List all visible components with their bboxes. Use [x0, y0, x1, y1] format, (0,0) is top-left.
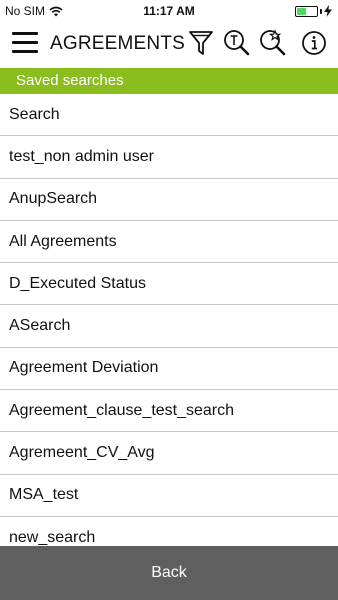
info-icon[interactable]: [299, 28, 329, 58]
saved-searches-section-header: Saved searches: [0, 68, 338, 94]
menu-button[interactable]: [12, 32, 38, 54]
list-item[interactable]: Agremeent_CV_Avg: [0, 432, 338, 475]
menu-icon-bar: [12, 41, 38, 44]
menu-icon-bar: [12, 50, 38, 53]
battery-tip: [320, 8, 322, 14]
back-button[interactable]: Back: [0, 546, 338, 600]
header: AGREEMENTS: [0, 22, 338, 66]
section-label: Saved searches: [16, 72, 124, 89]
filter-icon[interactable]: [186, 28, 216, 58]
battery-indicator: [295, 5, 332, 17]
list-item[interactable]: Search: [0, 94, 338, 137]
saved-searches-list: Search test_non admin user AnupSearch Al…: [0, 94, 338, 546]
battery-icon: [295, 5, 318, 17]
list-item[interactable]: Agreement_clause_test_search: [0, 390, 338, 433]
list-item[interactable]: ASearch: [0, 305, 338, 348]
list-item[interactable]: test_non admin user: [0, 136, 338, 179]
list-item[interactable]: new_search: [0, 517, 338, 546]
list-item[interactable]: MSA_test: [0, 475, 338, 517]
saved-search-icon[interactable]: [257, 28, 287, 58]
menu-icon-bar: [12, 32, 38, 35]
battery-fill: [297, 7, 306, 15]
list-item[interactable]: Agreement Deviation: [0, 348, 338, 391]
clock: 11:17 AM: [143, 4, 195, 18]
back-button-label: Back: [151, 564, 187, 581]
list-item[interactable]: D_Executed Status: [0, 263, 338, 306]
page-title: AGREEMENTS: [50, 33, 186, 54]
list-item[interactable]: AnupSearch: [0, 179, 338, 221]
text-search-icon[interactable]: [221, 28, 251, 58]
charging-bolt-icon: [324, 5, 332, 17]
status-bar: No SIM 11:17 AM: [0, 0, 338, 22]
list-item[interactable]: All Agreements: [0, 221, 338, 264]
